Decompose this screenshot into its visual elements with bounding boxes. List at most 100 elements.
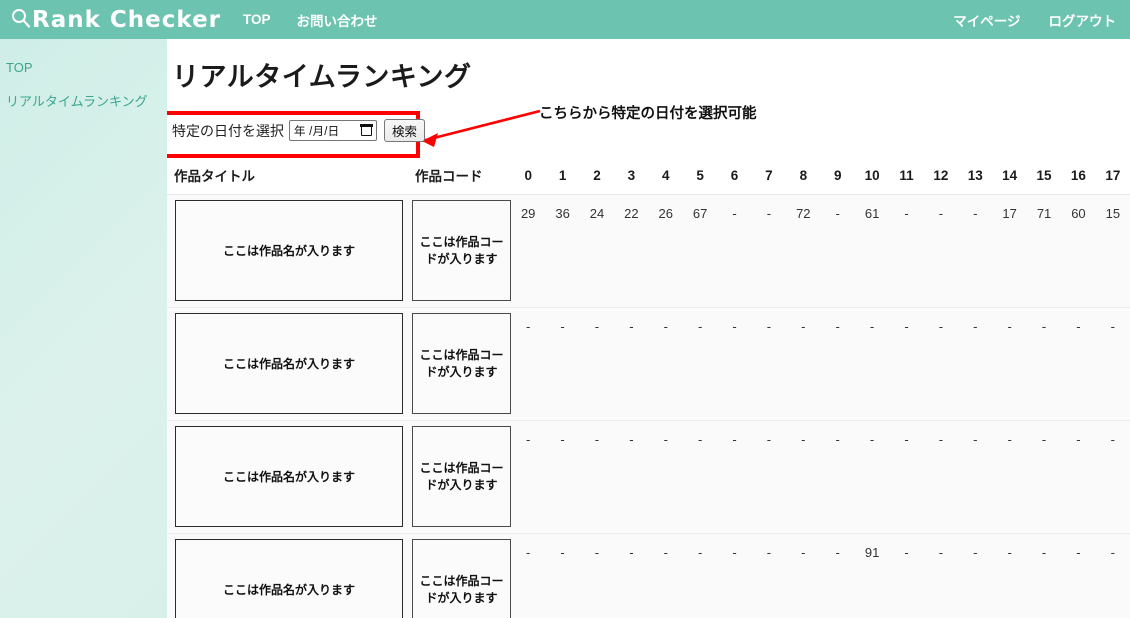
sidebar-item-top[interactable]: TOP [0, 52, 167, 83]
table-head: 作品タイトル 作品コード 0 1 2 3 4 5 6 7 8 9 10 11 12 13 14 15 16 17 [167, 159, 1130, 195]
column-header-8: 8 [786, 159, 821, 195]
column-header-6: 6 [717, 159, 752, 195]
search-icon [10, 7, 31, 33]
cell-rank: 91 [854, 533, 890, 618]
cell-rank: - [717, 533, 752, 618]
column-header-title: 作品タイトル [167, 159, 411, 195]
column-header-5: 5 [682, 159, 718, 195]
cell-title: ここは作品名が入ります [167, 194, 411, 308]
nav-item-logout[interactable]: ログアウト [1049, 10, 1117, 30]
cell-rank: - [614, 307, 649, 421]
nav-item-mypage[interactable]: マイページ [953, 10, 1020, 30]
cell-rank: - [820, 307, 855, 421]
cell-rank: - [958, 307, 993, 421]
cell-rank: - [992, 533, 1027, 618]
cell-rank: - [545, 420, 580, 534]
cell-rank: - [1095, 420, 1130, 534]
column-header-16: 16 [1061, 159, 1096, 195]
cell-rank: 22 [614, 194, 649, 308]
work-title-box[interactable]: ここは作品名が入ります [175, 200, 403, 301]
cell-rank: - [751, 533, 787, 618]
table-body: ここは作品名が入ります ここは作品コードが入ります 29 36 24 22 26 67- -72… [167, 194, 1130, 618]
cell-rank: - [820, 420, 855, 534]
cell-rank: - [648, 307, 683, 421]
column-header-17: 17 [1095, 159, 1130, 195]
work-title-box[interactable]: ここは作品名が入ります [175, 539, 403, 618]
cell-rank: 17 [992, 194, 1027, 308]
cell-rank: - [614, 533, 649, 618]
cell-rank: - [579, 533, 615, 618]
header-nav-right: マイページ ログアウト [925, 10, 1116, 30]
column-header-12: 12 [923, 159, 959, 195]
page-title: リアルタイムランキング [172, 62, 472, 92]
ranking-table-wrap: 作品タイトル 作品コード 0 1 2 3 4 5 6 7 8 9 10 11 12 13 14 15 16 17 … [167, 159, 1130, 618]
column-header-3: 3 [614, 159, 649, 195]
cell-rank: 61 [854, 194, 890, 308]
cell-rank: - [717, 420, 752, 534]
search-button[interactable]: 検索 [384, 119, 426, 142]
sidebar-item-realtime-ranking[interactable]: リアルタイムランキング [0, 83, 167, 118]
date-filter-label: 特定の日付を選択 [172, 122, 284, 139]
work-code-box[interactable]: ここは作品コードが入ります [412, 426, 511, 527]
column-header-13: 13 [958, 159, 993, 195]
column-header-15: 15 [1026, 159, 1062, 195]
cell-rank: - [1026, 420, 1062, 534]
calendar-icon[interactable] [360, 124, 373, 136]
work-code-box[interactable]: ここは作品コードが入ります [412, 200, 511, 301]
cell-rank: - [958, 194, 993, 308]
cell-rank: - [889, 194, 924, 308]
cell-rank: - [511, 307, 546, 421]
app-header: Rank Checker TOP お問い合わせ マイページ ログアウト [0, 0, 1130, 39]
cell-title: ここは作品名が入ります [167, 307, 411, 421]
cell-rank: - [545, 533, 580, 618]
work-title-box[interactable]: ここは作品名が入ります [175, 313, 403, 414]
cell-rank: - [1095, 307, 1130, 421]
cell-rank: 29 [511, 194, 546, 308]
column-header-0: 0 [511, 159, 546, 195]
cell-rank: - [579, 420, 615, 534]
cell-rank: - [545, 307, 580, 421]
cell-rank: - [1061, 420, 1096, 534]
cell-rank: - [1026, 533, 1062, 618]
date-filter-row: こちらから特定の日付を選択可能 特定の日付を選択 年 /月/日 検索 [167, 106, 1130, 158]
table-row: ここは作品名が入ります ここは作品コードが入ります - - - - - - - - - - - - - - - -… [167, 420, 1130, 534]
cell-code: ここは作品コードが入ります [411, 194, 511, 308]
cell-rank: - [1061, 533, 1096, 618]
cell-rank: - [820, 194, 855, 308]
cell-rank: - [923, 533, 959, 618]
table-row: ここは作品名が入ります ここは作品コードが入ります - - - - - - - - - -91- - - -… [167, 533, 1130, 618]
cell-rank: - [614, 420, 649, 534]
date-input[interactable]: 年 /月/日 [289, 120, 377, 141]
date-input-value: 年 /月/日 [294, 125, 340, 138]
cell-rank: - [889, 307, 924, 421]
nav-item-contact[interactable]: お問い合わせ [297, 10, 378, 30]
cell-rank: - [682, 420, 718, 534]
table-row: ここは作品名が入ります ここは作品コードが入ります 29 36 24 22 26 67- -72… [167, 194, 1130, 308]
cell-rank: - [786, 420, 821, 534]
work-title-box[interactable]: ここは作品名が入ります [175, 426, 403, 527]
cell-rank: 72 [786, 194, 821, 308]
column-header-2: 2 [579, 159, 615, 195]
cell-rank: - [717, 194, 752, 308]
cell-rank: - [992, 420, 1027, 534]
cell-title: ここは作品名が入ります [167, 533, 411, 618]
column-header-10: 10 [854, 159, 890, 195]
cell-rank: 24 [579, 194, 615, 308]
sidebar: TOP リアルタイムランキング [0, 39, 167, 618]
column-header-7: 7 [751, 159, 787, 195]
work-code-box[interactable]: ここは作品コードが入ります [412, 539, 511, 618]
cell-rank: 71 [1026, 194, 1062, 308]
cell-rank: - [579, 307, 615, 421]
table-row: ここは作品名が入ります ここは作品コードが入ります - - - - - - - - - - - - - - - -… [167, 307, 1130, 421]
nav-item-top[interactable]: TOP [243, 12, 271, 27]
cell-rank: 15 [1095, 194, 1130, 308]
cell-rank: - [682, 533, 718, 618]
work-code-box[interactable]: ここは作品コードが入ります [412, 313, 511, 414]
cell-rank: - [889, 533, 924, 618]
table-header-row: 作品タイトル 作品コード 0 1 2 3 4 5 6 7 8 9 10 11 12 13 14 15 16 17 [167, 159, 1130, 195]
date-filter-form: 特定の日付を選択 年 /月/日 検索 [172, 119, 426, 142]
cell-rank: - [958, 420, 993, 534]
brand-logo[interactable]: Rank Checker [10, 7, 221, 33]
brand-text: Rank Checker [32, 6, 222, 33]
cell-rank: - [854, 420, 890, 534]
